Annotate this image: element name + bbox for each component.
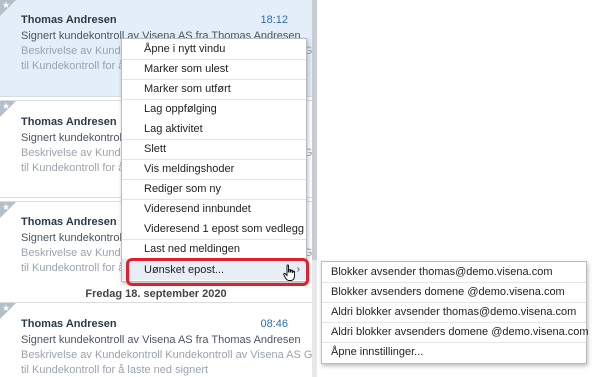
- menu-item-mark-done[interactable]: Marker som utført: [122, 79, 306, 99]
- message-sender: Thomas Andresen: [21, 216, 117, 228]
- message-time: 18:12: [260, 14, 288, 26]
- menu-item-show-headers[interactable]: Vis meldingshoder: [122, 159, 306, 179]
- submenu-item-never-block-sender[interactable]: Aldri blokker avsender thomas@demo.visen…: [322, 302, 586, 322]
- menu-item-create-activity[interactable]: Lag aktivitet: [122, 119, 306, 139]
- star-icon[interactable]: ★: [2, 303, 10, 313]
- menu-item-edit-as-new[interactable]: Rediger som ny: [122, 179, 306, 199]
- menu-item-forward-attachment[interactable]: Videresend 1 epost som vedlegg: [122, 219, 306, 239]
- message-subject: Signert kundekontroll av Visena AS fra T…: [21, 334, 301, 346]
- menu-item-delete[interactable]: Slett: [122, 139, 306, 159]
- message-item[interactable]: ★ Thomas Andresen 08:46 Signert kundekon…: [0, 303, 312, 377]
- message-description: Beskrivelse av Kundekontroll Kundekontro…: [21, 349, 312, 361]
- submenu-item-block-sender[interactable]: Blokker avsender thomas@demo.visena.com: [322, 262, 586, 282]
- menu-item-create-followup[interactable]: Lag oppfølging: [122, 99, 306, 119]
- submenu-item-block-domain[interactable]: Blokker avsenders domene @demo.visena.co…: [322, 282, 586, 302]
- message-description: til Kundekontroll for å laste ned signer…: [21, 364, 209, 376]
- star-icon[interactable]: ★: [2, 202, 10, 212]
- menu-item-mark-unread[interactable]: Marker som ulest: [122, 59, 306, 79]
- date-divider: Fredag 18. september 2020: [85, 288, 227, 300]
- star-icon[interactable]: ★: [2, 0, 10, 10]
- submenu-item-open-settings[interactable]: Åpne innstillinger...: [322, 342, 586, 362]
- message-sender: Thomas Andresen: [21, 14, 117, 26]
- submenu-item-never-block-domain[interactable]: Aldri blokker avsenders domene @demo.vis…: [322, 322, 589, 342]
- junk-submenu: Blokker avsender thomas@demo.visena.com …: [321, 261, 589, 364]
- menu-item-forward-inline[interactable]: Videresend innbundet: [122, 199, 306, 219]
- menu-item-open-new-window[interactable]: Åpne i nytt vindu: [122, 39, 306, 59]
- annotation-highlight: [126, 258, 309, 286]
- message-sender: Thomas Andresen: [21, 318, 117, 330]
- message-sender: Thomas Andresen: [21, 116, 117, 128]
- hand-cursor-icon: [283, 264, 295, 281]
- menu-item-download[interactable]: Last ned meldingen: [122, 239, 306, 259]
- message-time: 08:46: [260, 318, 288, 330]
- context-menu: Åpne i nytt vindu Marker som ulest Marke…: [121, 38, 307, 282]
- star-icon[interactable]: ★: [2, 101, 10, 111]
